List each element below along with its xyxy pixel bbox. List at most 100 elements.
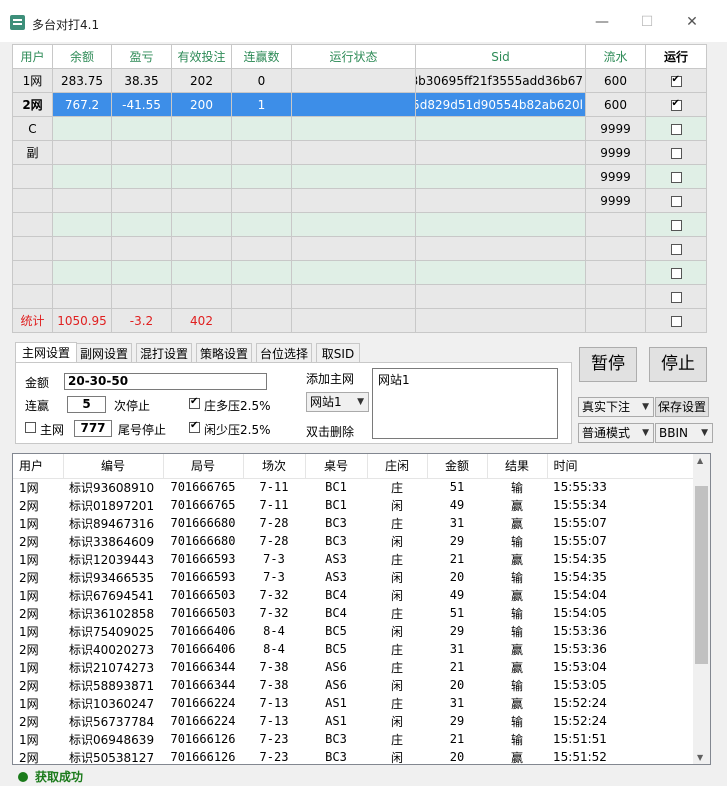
save-settings-button[interactable]: 保存设置 <box>655 397 709 417</box>
col-balance[interactable]: 余额 <box>52 44 112 69</box>
cell-user[interactable] <box>12 164 53 189</box>
log-col-session[interactable]: 场次 <box>243 454 306 479</box>
cell-profit[interactable]: 38.35 <box>111 68 172 93</box>
cell-balance[interactable]: 767.2 <box>52 92 112 117</box>
log-row[interactable]: 2网 标识50538127 701666126 7-23 BC3 闲 20 赢 15:51:52 <box>13 748 693 764</box>
cell-flow[interactable]: 600 <box>585 68 646 93</box>
log-row[interactable]: 2网 标识36102858 701666503 7-32 BC4 庄 51 输 15:54:05 <box>13 604 693 622</box>
run-checkbox[interactable] <box>670 74 682 87</box>
cell-valid-bet[interactable]: 200 <box>171 92 232 117</box>
cell-status[interactable] <box>291 236 416 261</box>
log-col-result[interactable]: 结果 <box>487 454 548 479</box>
cell-status[interactable] <box>291 188 416 213</box>
cell-streak[interactable] <box>231 236 292 261</box>
run-checkbox[interactable] <box>670 171 682 183</box>
log-row[interactable]: 2网 标识01897201 701666765 7-11 BC1 闲 49 赢 15:55:34 <box>13 496 693 514</box>
cell-status[interactable] <box>291 164 416 189</box>
cell-balance[interactable] <box>52 260 112 285</box>
cell-flow[interactable]: 9999 <box>585 188 646 213</box>
cell-balance[interactable] <box>52 236 112 261</box>
log-row[interactable]: 2网 标识58893871 701666344 7-38 AS6 闲 20 输 15:53:05 <box>13 676 693 694</box>
pause-button[interactable]: 暂停 <box>579 347 637 382</box>
col-streak[interactable]: 连赢数 <box>231 44 292 69</box>
cell-valid-bet[interactable]: 202 <box>171 68 232 93</box>
cell-valid-bet[interactable] <box>171 236 232 261</box>
cell-valid-bet[interactable] <box>171 116 232 141</box>
cell-profit[interactable] <box>111 116 172 141</box>
cell-status[interactable] <box>291 92 416 117</box>
log-col-id[interactable]: 编号 <box>63 454 164 479</box>
cell-balance[interactable] <box>52 188 112 213</box>
bet-mode-select[interactable]: 真实下注 ▼ <box>578 397 654 417</box>
grid-row[interactable] <box>12 284 707 309</box>
site-listbox[interactable]: 网站1 <box>372 368 558 439</box>
log-row[interactable]: 1网 标识21074273 701666344 7-38 AS6 庄 21 赢 15:53:04 <box>13 658 693 676</box>
run-checkbox[interactable] <box>670 267 682 279</box>
cell-flow[interactable]: 9999 <box>585 140 646 165</box>
cell-sid[interactable] <box>415 212 586 237</box>
scroll-thumb[interactable] <box>695 486 708 664</box>
cell-user[interactable] <box>12 236 53 261</box>
site-select[interactable]: 网站1 ▼ <box>306 392 369 412</box>
log-row[interactable]: 2网 标识56737784 701666224 7-13 AS1 闲 29 输 15:52:24 <box>13 712 693 730</box>
cell-streak[interactable]: 0 <box>231 68 292 93</box>
cell-user[interactable] <box>12 284 53 309</box>
cell-flow[interactable] <box>585 284 646 309</box>
cell-sid[interactable] <box>415 260 586 285</box>
col-run[interactable]: 运行 <box>645 44 707 69</box>
stop-button[interactable]: 停止 <box>649 347 707 382</box>
cell-balance[interactable] <box>52 164 112 189</box>
col-sid[interactable]: Sid <box>415 44 586 69</box>
grid-row[interactable]: 9999 <box>12 188 707 213</box>
log-col-side[interactable]: 庄闲 <box>367 454 428 479</box>
cell-status[interactable] <box>291 212 416 237</box>
col-profit[interactable]: 盈亏 <box>111 44 172 69</box>
site-list-item[interactable]: 网站1 <box>378 371 552 388</box>
cell-flow[interactable] <box>585 236 646 261</box>
cell-status[interactable] <box>291 260 416 285</box>
cell-valid-bet[interactable] <box>171 260 232 285</box>
cell-user[interactable]: 2网 <box>12 92 53 117</box>
log-col-table[interactable]: 桌号 <box>305 454 368 479</box>
cell-streak[interactable] <box>231 260 292 285</box>
cell-sid[interactable] <box>415 164 586 189</box>
tail-number-input[interactable]: 777 <box>74 420 112 437</box>
col-flow[interactable]: 流水 <box>585 44 646 69</box>
log-row[interactable]: 2网 标识40020273 701666406 8-4 BC5 庄 31 赢 15:53:36 <box>13 640 693 658</box>
run-checkbox[interactable] <box>670 98 682 111</box>
cell-user[interactable] <box>12 212 53 237</box>
amount-input[interactable]: 20-30-50 <box>64 373 267 390</box>
cell-valid-bet[interactable] <box>171 164 232 189</box>
scroll-down-icon[interactable]: ▼ <box>697 753 703 762</box>
platform-select[interactable]: BBIN ▼ <box>655 423 713 443</box>
cell-balance[interactable]: 283.75 <box>52 68 112 93</box>
cell-profit[interactable] <box>111 140 172 165</box>
cell-sid[interactable] <box>415 188 586 213</box>
cell-sid[interactable]: l8b30695ff21f3555add36b67 <box>415 68 586 93</box>
tab-strategy-settings[interactable]: 策略设置 <box>196 343 252 363</box>
grid-row[interactable]: 2网 767.2 -41.55 200 1 l5d829d51d90554b82ab620… <box>12 92 707 117</box>
col-user[interactable]: 用户 <box>12 44 53 69</box>
cell-streak[interactable] <box>231 212 292 237</box>
run-checkbox[interactable] <box>670 123 682 135</box>
cell-flow[interactable] <box>585 260 646 285</box>
cell-streak[interactable] <box>231 284 292 309</box>
cell-profit[interactable] <box>111 236 172 261</box>
cell-status[interactable] <box>291 284 416 309</box>
run-checkbox[interactable] <box>670 243 682 255</box>
cell-streak[interactable] <box>231 116 292 141</box>
cell-status[interactable] <box>291 116 416 141</box>
grid-row[interactable] <box>12 212 707 237</box>
cell-flow[interactable]: 9999 <box>585 116 646 141</box>
cell-user[interactable]: C <box>12 116 53 141</box>
cell-sid[interactable] <box>415 284 586 309</box>
cell-profit[interactable] <box>111 284 172 309</box>
main-checkbox[interactable] <box>25 422 36 433</box>
log-row[interactable]: 2网 标识33864609 701666680 7-28 BC3 闲 29 输 15:55:07 <box>13 532 693 550</box>
log-col-user[interactable]: 用户 <box>13 454 64 479</box>
log-row[interactable]: 2网 标识93466535 701666593 7-3 AS3 闲 20 输 15:54:35 <box>13 568 693 586</box>
cell-balance[interactable] <box>52 212 112 237</box>
cell-profit[interactable]: -41.55 <box>111 92 172 117</box>
col-valid-bet[interactable]: 有效投注 <box>171 44 232 69</box>
tab-get-sid[interactable]: 取SID <box>316 343 360 363</box>
